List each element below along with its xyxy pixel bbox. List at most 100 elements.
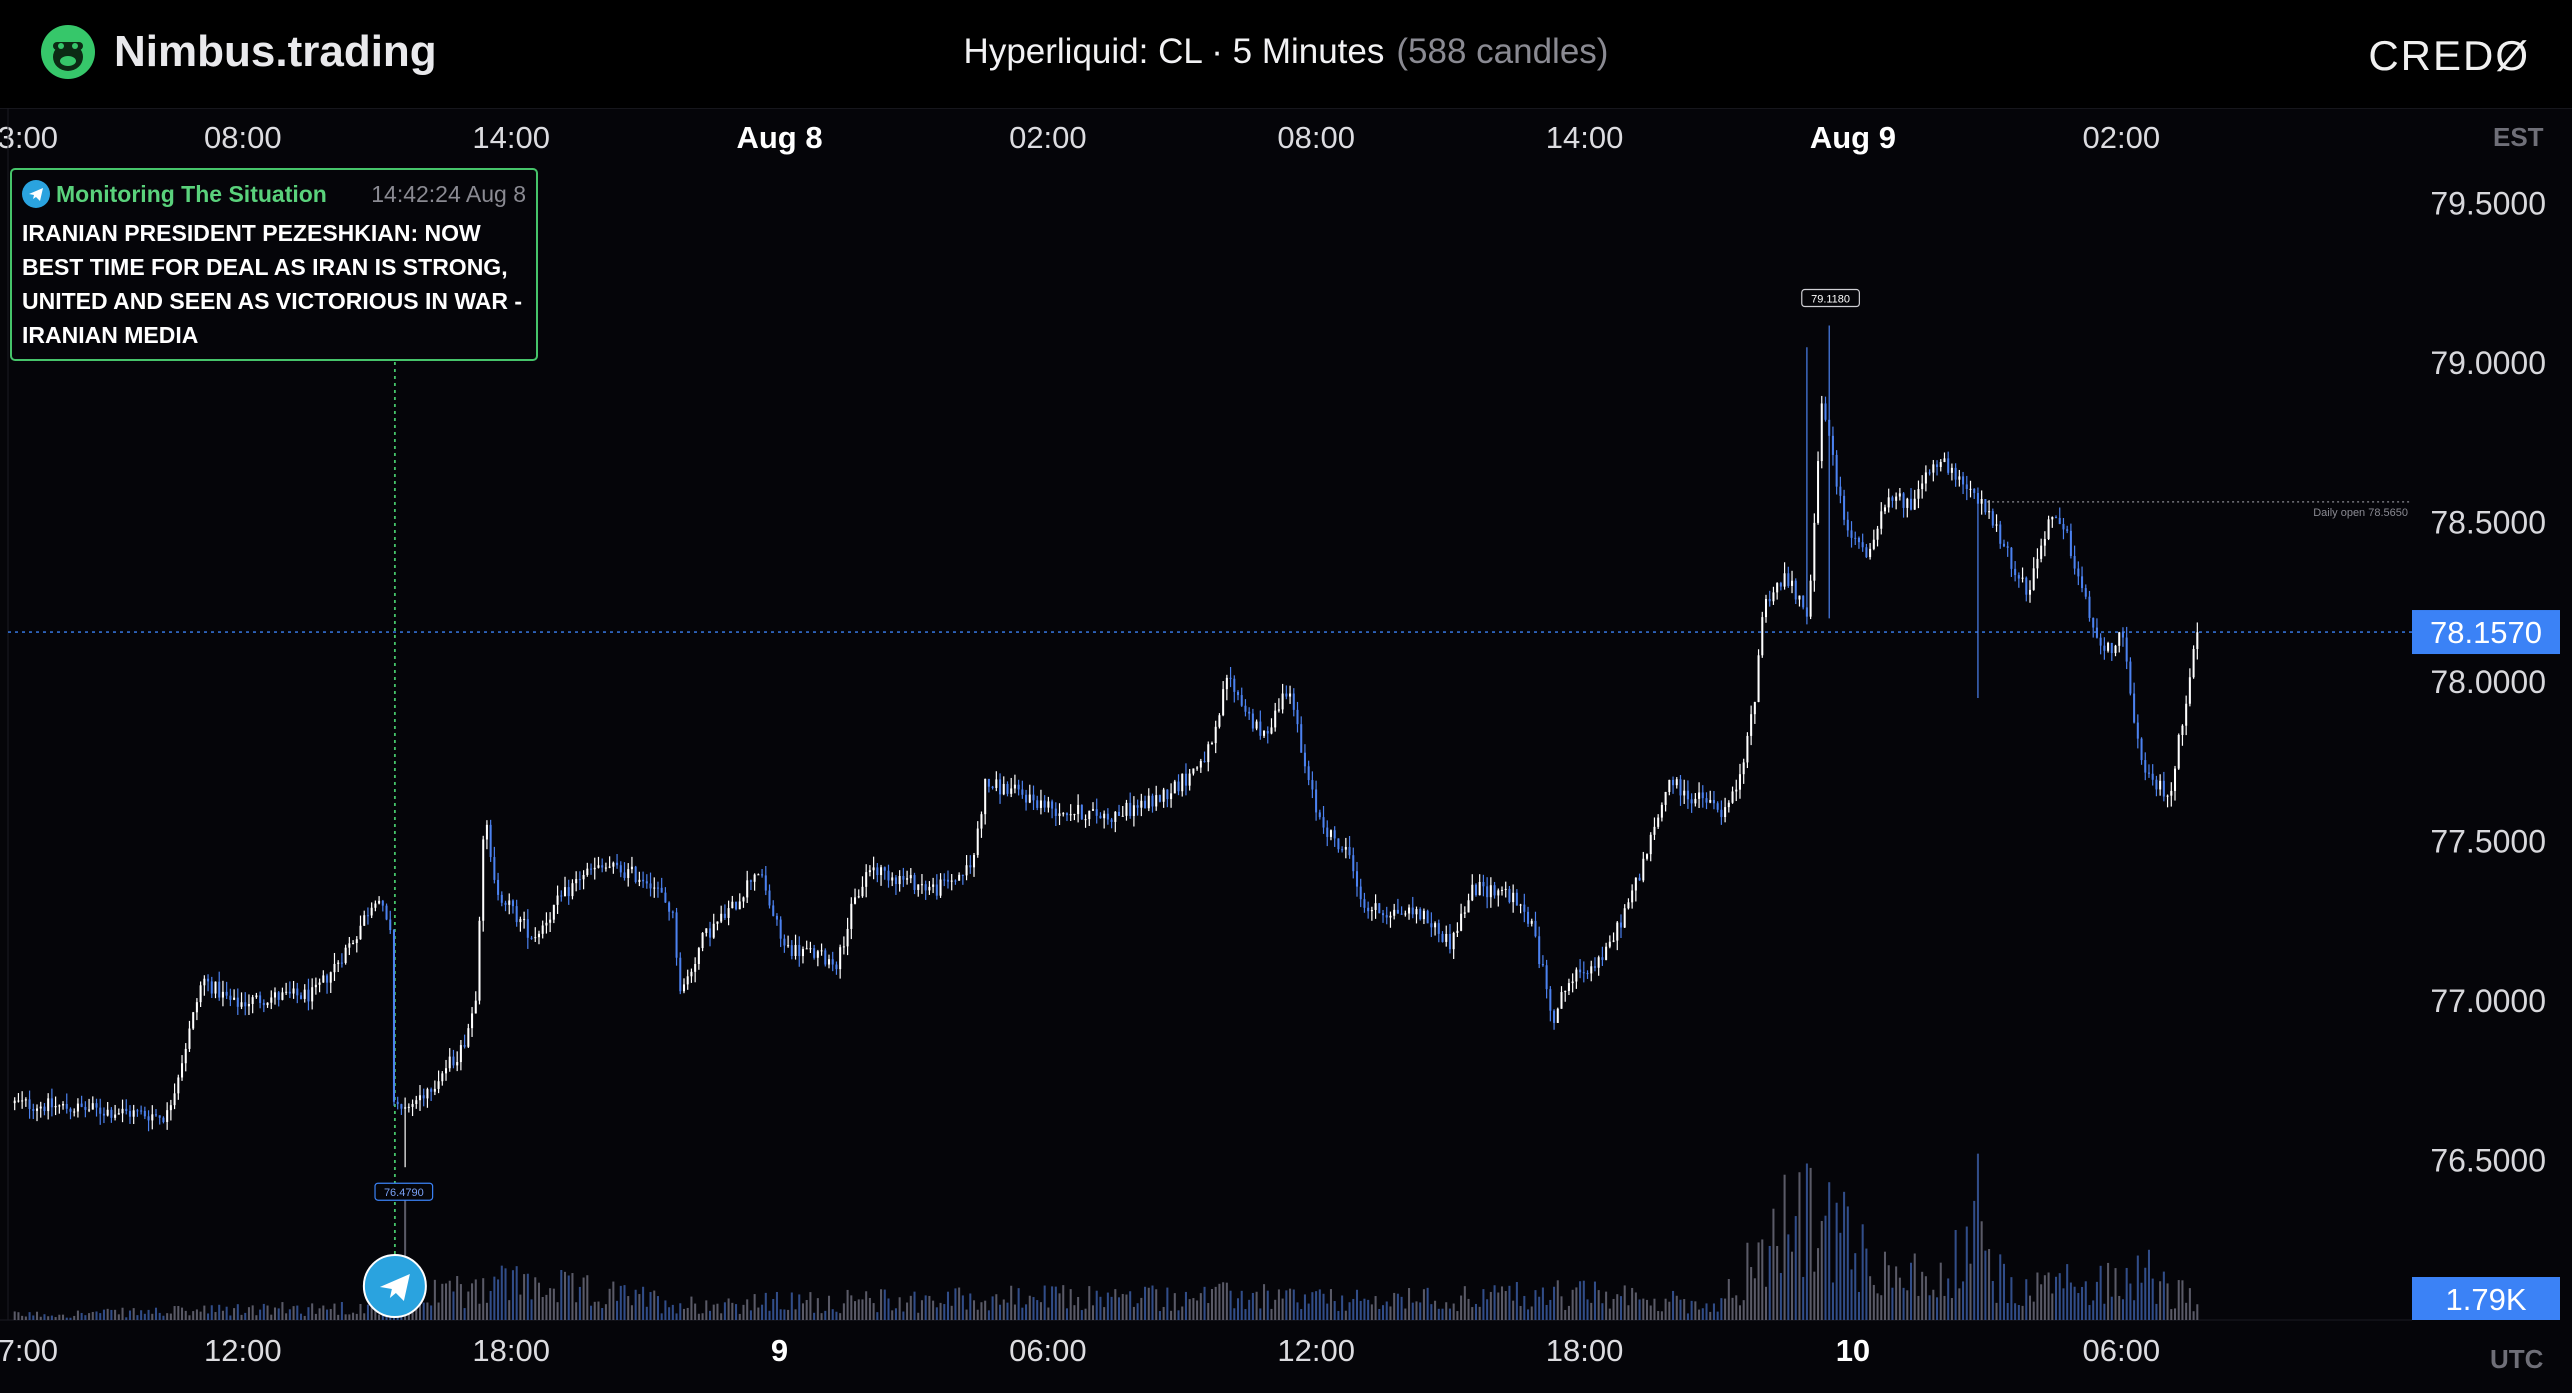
volume-bar [1051, 1286, 1054, 1320]
volume-bar [601, 1307, 604, 1320]
candle-body [1519, 904, 1522, 906]
candle-body [1236, 691, 1240, 696]
volume-bar [1419, 1302, 1422, 1320]
candle-body [1006, 783, 1009, 794]
candle-body [537, 933, 541, 938]
candle-body [2133, 693, 2136, 723]
volume-bar [1627, 1305, 1630, 1320]
candle-body [894, 877, 897, 885]
volume-bar [1341, 1295, 1344, 1320]
candle-body [891, 877, 894, 881]
candle-body [2155, 779, 2158, 790]
volume-bar [1463, 1286, 1466, 1320]
candle-body [638, 879, 641, 882]
candle-body [1359, 886, 1362, 900]
volume-bar [452, 1291, 455, 1320]
candle-body [392, 930, 395, 1102]
volume-bar [1006, 1302, 1009, 1320]
candle-body [1720, 809, 1723, 818]
candle-body [2025, 577, 2028, 595]
candle-body [2121, 632, 2124, 638]
candle-body [1408, 907, 1411, 914]
candle-body [50, 1098, 53, 1108]
volume-bar [497, 1279, 500, 1320]
volume-bar [1255, 1291, 1258, 1320]
candle-body [426, 1089, 429, 1099]
volume-bar [1400, 1296, 1403, 1320]
candle-body [1177, 781, 1180, 792]
candle-body [143, 1110, 146, 1117]
volume-bar [1943, 1295, 1946, 1320]
volume-bar [2110, 1296, 2113, 1320]
candle-body [288, 991, 291, 994]
candle-body [247, 1003, 250, 1007]
volume-bar [1872, 1284, 1875, 1320]
volume-bar [225, 1306, 228, 1320]
candle-body [1690, 799, 1693, 804]
candle-body [679, 957, 682, 992]
top-axis-label: 08:00 [204, 120, 282, 155]
candle-body [203, 978, 206, 986]
candle-body [1772, 592, 1775, 602]
candle-body [2125, 637, 2128, 662]
candle-body [1787, 573, 1790, 586]
candle-body [2014, 568, 2017, 576]
candle-body [1077, 804, 1080, 815]
volume-bar [288, 1309, 291, 1320]
volume-bar [84, 1315, 87, 1320]
volume-bar [1973, 1200, 1976, 1320]
volume-bar [1813, 1271, 1816, 1320]
volume-bar [1296, 1302, 1299, 1320]
candle-body [266, 1002, 269, 1006]
volume-bar [820, 1313, 823, 1320]
volume-bar [731, 1302, 734, 1320]
candle-body [645, 881, 648, 884]
volume-bar [790, 1292, 793, 1320]
candle-body [2114, 645, 2117, 654]
volume-bar [1947, 1278, 1950, 1320]
volume-bar [519, 1294, 522, 1320]
candle-body [1764, 599, 1768, 618]
volume-bar [292, 1306, 295, 1320]
candle-body [95, 1103, 98, 1108]
low-marker-label: 76.4790 [384, 1187, 424, 1199]
candle-body [1434, 923, 1437, 928]
candle-body [1489, 885, 1492, 898]
candle-body [1363, 899, 1366, 908]
volume-bar [764, 1292, 767, 1320]
volume-bar [1069, 1289, 1072, 1320]
volume-bar [1010, 1285, 1013, 1320]
volume-bar [928, 1295, 931, 1320]
volume-bar [106, 1308, 109, 1320]
volume-bar [1036, 1300, 1039, 1320]
volume-bar [1326, 1303, 1329, 1320]
volume-bar [619, 1285, 622, 1320]
volume-bar [749, 1310, 752, 1320]
volume-bar [1720, 1298, 1723, 1320]
candle-body [1452, 933, 1455, 950]
candle-body [723, 913, 726, 918]
volume-bar [1865, 1248, 1868, 1320]
candle-body [790, 945, 793, 956]
volume-bar [1486, 1299, 1489, 1320]
volume-bar [1478, 1306, 1481, 1320]
candle-body [738, 901, 741, 910]
volume-bar [1515, 1282, 1518, 1320]
volume-bar [891, 1310, 894, 1320]
candle-body [1883, 507, 1887, 512]
volume-bar [1151, 1285, 1154, 1320]
volume-bar [1017, 1288, 1020, 1320]
volume-bar [1605, 1291, 1608, 1320]
volume-bar [1274, 1299, 1277, 1320]
news-card[interactable]: Monitoring The Situation 14:42:24 Aug 8 … [10, 168, 538, 361]
volume-bar [887, 1298, 890, 1320]
candle-body [1062, 813, 1065, 815]
candle-body [73, 1111, 76, 1113]
candle-body [352, 943, 355, 945]
price-axis[interactable]: 79.5000 79.0000 78.5000 78.0000 77.5000 77.00… [2430, 186, 2546, 1179]
top-axis-label: 03:00 [0, 120, 58, 155]
bottom-axis-label: 18:00 [472, 1333, 550, 1368]
candle-body [418, 1095, 422, 1101]
candle-body [121, 1108, 124, 1114]
volume-bar [1229, 1290, 1232, 1320]
